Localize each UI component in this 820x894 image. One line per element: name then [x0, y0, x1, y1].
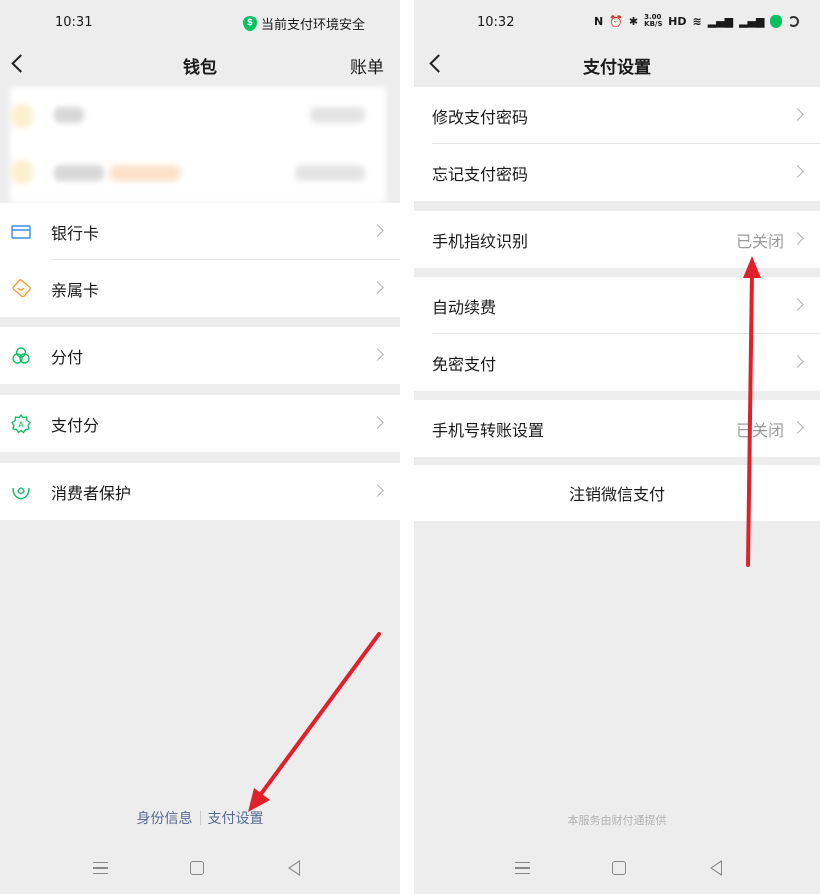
- menu-item-family-card[interactable]: 亲属卡: [0, 260, 400, 317]
- card-group: 银行卡 亲属卡: [0, 203, 400, 317]
- chevron-right-icon: [371, 224, 384, 237]
- back-triangle-icon[interactable]: [710, 860, 722, 876]
- password-free-pay-item[interactable]: 免密支付: [414, 334, 820, 391]
- chevron-right-icon: [791, 232, 804, 245]
- wallet-screen: 10:31 $ 当前支付环境安全 钱包 账单 银行卡 亲属卡 分付 A 支付分 …: [0, 0, 400, 894]
- cancel-wechat-pay-button[interactable]: 注销微信支付: [414, 465, 820, 521]
- password-group: 修改支付密码 忘记支付密码: [414, 87, 820, 201]
- transfer-group: 手机号转账设置 已关闭: [414, 400, 820, 457]
- bank-card-icon: [11, 225, 31, 239]
- menu-item-consumer-protection[interactable]: 消费者保护: [0, 463, 400, 520]
- chevron-right-icon: [791, 355, 804, 368]
- chevron-right-icon: [371, 484, 384, 497]
- recent-apps-icon[interactable]: [515, 862, 530, 874]
- home-icon[interactable]: [612, 861, 626, 875]
- pay-score-icon: A: [11, 414, 31, 434]
- fingerprint-group: 手机指纹识别 已关闭: [414, 211, 820, 268]
- forgot-password-item[interactable]: 忘记支付密码: [414, 144, 820, 201]
- menu-item-bank-card[interactable]: 银行卡: [0, 203, 400, 260]
- bill-link[interactable]: 账单: [350, 53, 384, 78]
- back-triangle-icon[interactable]: [288, 860, 300, 876]
- item-label: 自动续费: [432, 297, 497, 317]
- deduction-group: 自动续费 免密支付: [414, 277, 820, 391]
- provider-note: 本服务由财付通提供: [567, 814, 667, 827]
- menu-item-fenfu[interactable]: 分付: [0, 327, 400, 384]
- status-value: 已关闭: [735, 420, 784, 440]
- status-bar: 10:32 N ⏰ ✱ 3.00 KB/S HD ≋ ▂▄▆ ▂▄▆: [414, 0, 820, 44]
- pay-score-group: A 支付分: [0, 395, 400, 452]
- blurred-balance-area: [10, 87, 386, 203]
- signal-icon: ▂▄▆: [739, 14, 765, 28]
- menu-item-label: 支付分: [51, 415, 100, 435]
- fingerprint-item[interactable]: 手机指纹识别 已关闭: [414, 211, 820, 268]
- shield-icon: [770, 14, 783, 28]
- nfc-icon: N: [594, 14, 604, 28]
- chevron-right-icon: [371, 348, 384, 361]
- pay-settings-screen: 10:32 N ⏰ ✱ 3.00 KB/S HD ≋ ▂▄▆ ▂▄▆ 支付设置 …: [414, 0, 820, 894]
- menu-item-label: 消费者保护: [51, 483, 132, 503]
- phone-transfer-settings-item[interactable]: 手机号转账设置 已关闭: [414, 400, 820, 457]
- secure-text: 当前支付环境安全: [261, 18, 366, 33]
- page-title: 钱包: [183, 58, 217, 78]
- footer-links: 身份信息 支付设置: [0, 808, 400, 828]
- item-label: 忘记支付密码: [432, 164, 529, 184]
- item-label: 手机指纹识别: [432, 231, 529, 251]
- battery-icon: [788, 15, 800, 27]
- menu-item-label: 分付: [51, 347, 84, 367]
- consumer-group: 消费者保护: [0, 463, 400, 520]
- status-bar: 10:31 $ 当前支付环境安全: [0, 0, 400, 44]
- change-password-item[interactable]: 修改支付密码: [414, 87, 820, 144]
- fenfu-icon: [12, 347, 30, 364]
- status-time: 10:31: [55, 15, 93, 30]
- home-icon[interactable]: [190, 861, 204, 875]
- chevron-right-icon: [791, 421, 804, 434]
- system-nav-bar: [0, 844, 400, 894]
- cancel-group: 注销微信支付: [414, 465, 820, 521]
- wifi-icon: ≋: [692, 14, 702, 28]
- status-value: 已关闭: [735, 231, 784, 251]
- item-label: 手机号转账设置: [432, 420, 545, 440]
- item-label: 修改支付密码: [432, 107, 529, 127]
- bluetooth-icon: ✱: [628, 14, 639, 28]
- nav-bar: 支付设置: [414, 44, 820, 86]
- signal-icon: ▂▄▆: [707, 14, 734, 28]
- network-speed: 3.00 KB/S: [644, 13, 663, 28]
- auto-renew-item[interactable]: 自动续费: [414, 277, 820, 334]
- page-title: 支付设置: [583, 58, 651, 78]
- chevron-right-icon: [371, 416, 384, 429]
- cancel-label: 注销微信支付: [568, 485, 665, 504]
- chevron-right-icon: [791, 165, 804, 178]
- recent-apps-icon[interactable]: [93, 862, 108, 874]
- menu-item-pay-score[interactable]: A 支付分: [0, 395, 400, 452]
- menu-item-label: 银行卡: [51, 223, 100, 243]
- svg-text:A: A: [18, 421, 24, 430]
- pay-settings-link[interactable]: 支付设置: [208, 811, 264, 827]
- fenfu-group: 分付: [0, 327, 400, 384]
- menu-item-label: 亲属卡: [51, 280, 100, 300]
- item-label: 免密支付: [432, 354, 497, 374]
- status-time: 10:32: [477, 15, 515, 30]
- alarm-icon: ⏰: [609, 14, 623, 28]
- consumer-protection-icon: [12, 487, 30, 500]
- divider: [199, 811, 201, 825]
- system-icons: N ⏰ ✱ 3.00 KB/S HD ≋ ▂▄▆ ▂▄▆: [594, 13, 800, 28]
- chevron-right-icon: [791, 108, 804, 121]
- family-card-icon: [12, 279, 31, 298]
- nav-bar: 钱包 账单: [0, 44, 400, 86]
- identity-info-link[interactable]: 身份信息: [137, 811, 193, 827]
- secure-indicator: $ 当前支付环境安全: [243, 14, 365, 33]
- chevron-right-icon: [371, 281, 384, 294]
- chevron-right-icon: [791, 298, 804, 311]
- system-nav-bar: [414, 844, 820, 894]
- hd-icon: HD: [668, 14, 687, 28]
- shield-icon: $: [243, 16, 257, 31]
